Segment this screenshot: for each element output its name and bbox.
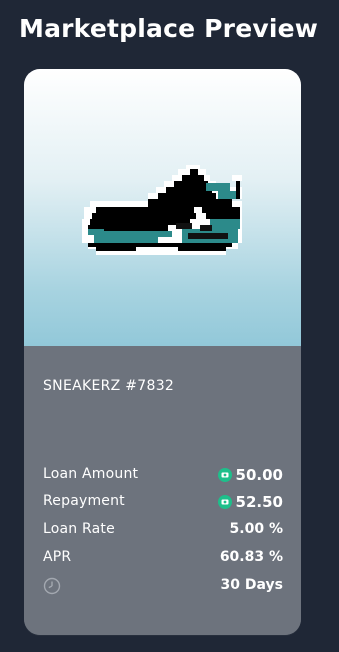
- repayment-value-wrap: 52.50: [217, 493, 283, 511]
- sneaker-icon: [82, 165, 242, 255]
- loan-amount-label: Loan Amount: [43, 466, 139, 482]
- loan-rate-label: Loan Rate: [43, 521, 115, 537]
- page-title: Marketplace Preview: [19, 14, 319, 43]
- apr-row: APR 60.83 %: [43, 549, 283, 571]
- nft-card[interactable]: SNEAKERZ #7832 Loan Amount 50.00 Repayme…: [24, 69, 301, 635]
- nft-details: SNEAKERZ #7832 Loan Amount 50.00 Repayme…: [24, 346, 301, 635]
- clock-icon: [43, 577, 61, 595]
- repayment-row: Repayment 52.50: [43, 493, 283, 515]
- duration-value: 30 Days: [220, 577, 283, 593]
- repayment-label: Repayment: [43, 493, 125, 509]
- loan-amount-row: Loan Amount 50.00: [43, 466, 283, 488]
- loan-amount-value: 50.00: [235, 466, 283, 484]
- token-icon: [217, 468, 232, 482]
- nft-name: SNEAKERZ #7832: [43, 378, 175, 394]
- loan-rate-value: 5.00 %: [229, 521, 283, 537]
- token-icon: [217, 495, 232, 509]
- apr-label: APR: [43, 549, 72, 565]
- repayment-value: 52.50: [235, 493, 283, 511]
- nft-image: [24, 69, 301, 346]
- apr-value: 60.83 %: [219, 549, 283, 565]
- loan-amount-value-wrap: 50.00: [217, 466, 283, 484]
- loan-rate-row: Loan Rate 5.00 %: [43, 521, 283, 543]
- duration-row: 30 Days: [43, 577, 283, 599]
